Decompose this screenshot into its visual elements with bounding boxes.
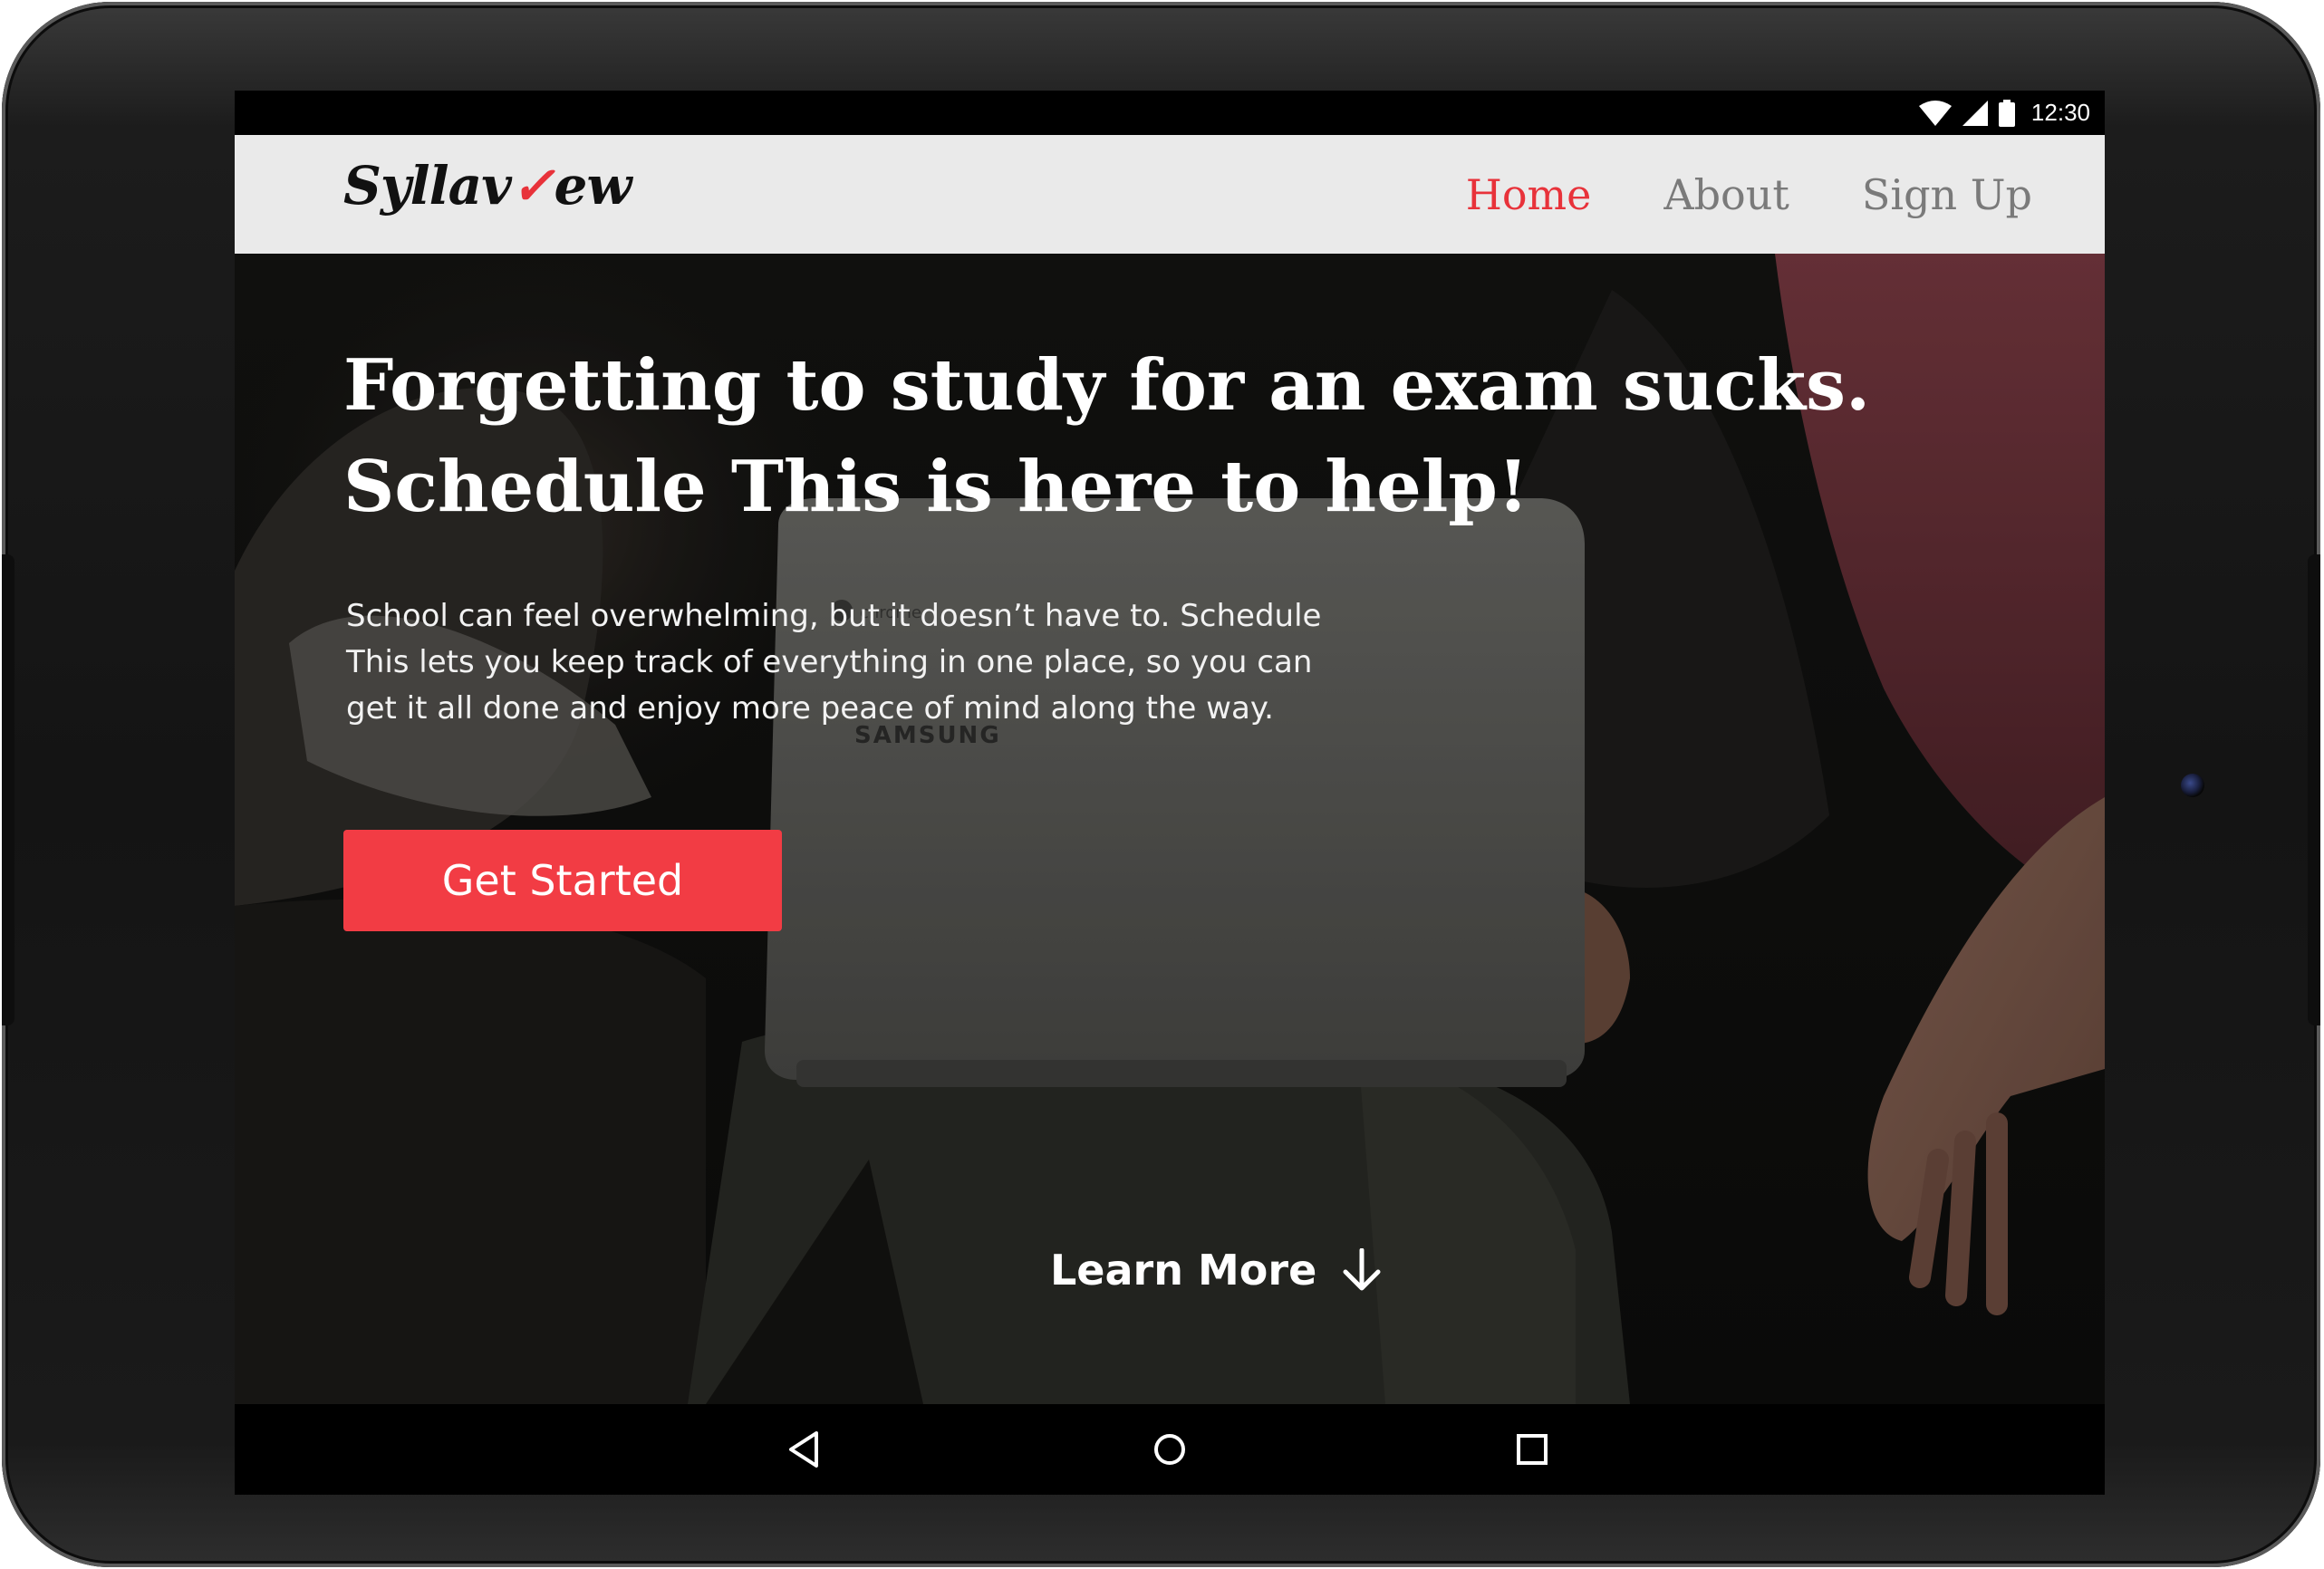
get-started-button[interactable]: Get Started <box>343 830 782 931</box>
hero-subtext: School can feel overwhelming, but it doe… <box>346 598 1322 727</box>
logo-text-prefix: Syllav <box>343 155 512 217</box>
recents-icon[interactable] <box>1507 1424 1557 1475</box>
logo[interactable]: Syllav✓ew <box>343 155 632 217</box>
status-icons: 12:30 <box>1918 91 2090 135</box>
system-navigation-bar <box>235 1404 2105 1495</box>
side-button-left <box>2 554 14 1025</box>
arrow-down-icon <box>1343 1248 1381 1291</box>
screen: 12:30 Syllav✓ew Home About Sign Up chrom… <box>235 91 2105 1495</box>
learn-more-link[interactable]: Learn More <box>1050 1246 1382 1295</box>
home-icon[interactable] <box>1144 1424 1195 1475</box>
hero-headline-line-1: Forgetting to study for an exam sucks. <box>343 344 1871 427</box>
camera-icon <box>2181 774 2204 797</box>
hero-section: chrome SAMSUNG Forgetting to study for a… <box>235 254 2105 1404</box>
tablet-frame: 12:30 Syllav✓ew Home About Sign Up chrom… <box>2 2 2320 1567</box>
hero-headline: Forgetting to study for an exam sucks. S… <box>343 335 1884 538</box>
status-bar: 12:30 <box>235 91 2105 135</box>
top-navbar: Syllav✓ew Home About Sign Up <box>235 135 2105 254</box>
learn-more-label: Learn More <box>1050 1246 1317 1295</box>
cell-signal-icon <box>1962 100 1988 126</box>
battery-icon <box>1998 99 2015 127</box>
nav-link-sign-up[interactable]: Sign Up <box>1862 170 2032 219</box>
nav-link-about[interactable]: About <box>1663 170 1789 219</box>
side-button-right <box>2308 554 2320 1025</box>
hero-headline-line-2: Schedule This is here to help! <box>343 446 1529 528</box>
back-icon[interactable] <box>780 1424 831 1475</box>
status-time: 12:30 <box>2030 99 2090 126</box>
logo-text-suffix: ew <box>554 155 632 217</box>
logo-check-mark: ✓ <box>510 155 555 217</box>
wifi-icon <box>1918 100 1952 126</box>
nav-link-home[interactable]: Home <box>1466 170 1592 219</box>
nav-links: Home About Sign Up <box>1466 135 2032 254</box>
